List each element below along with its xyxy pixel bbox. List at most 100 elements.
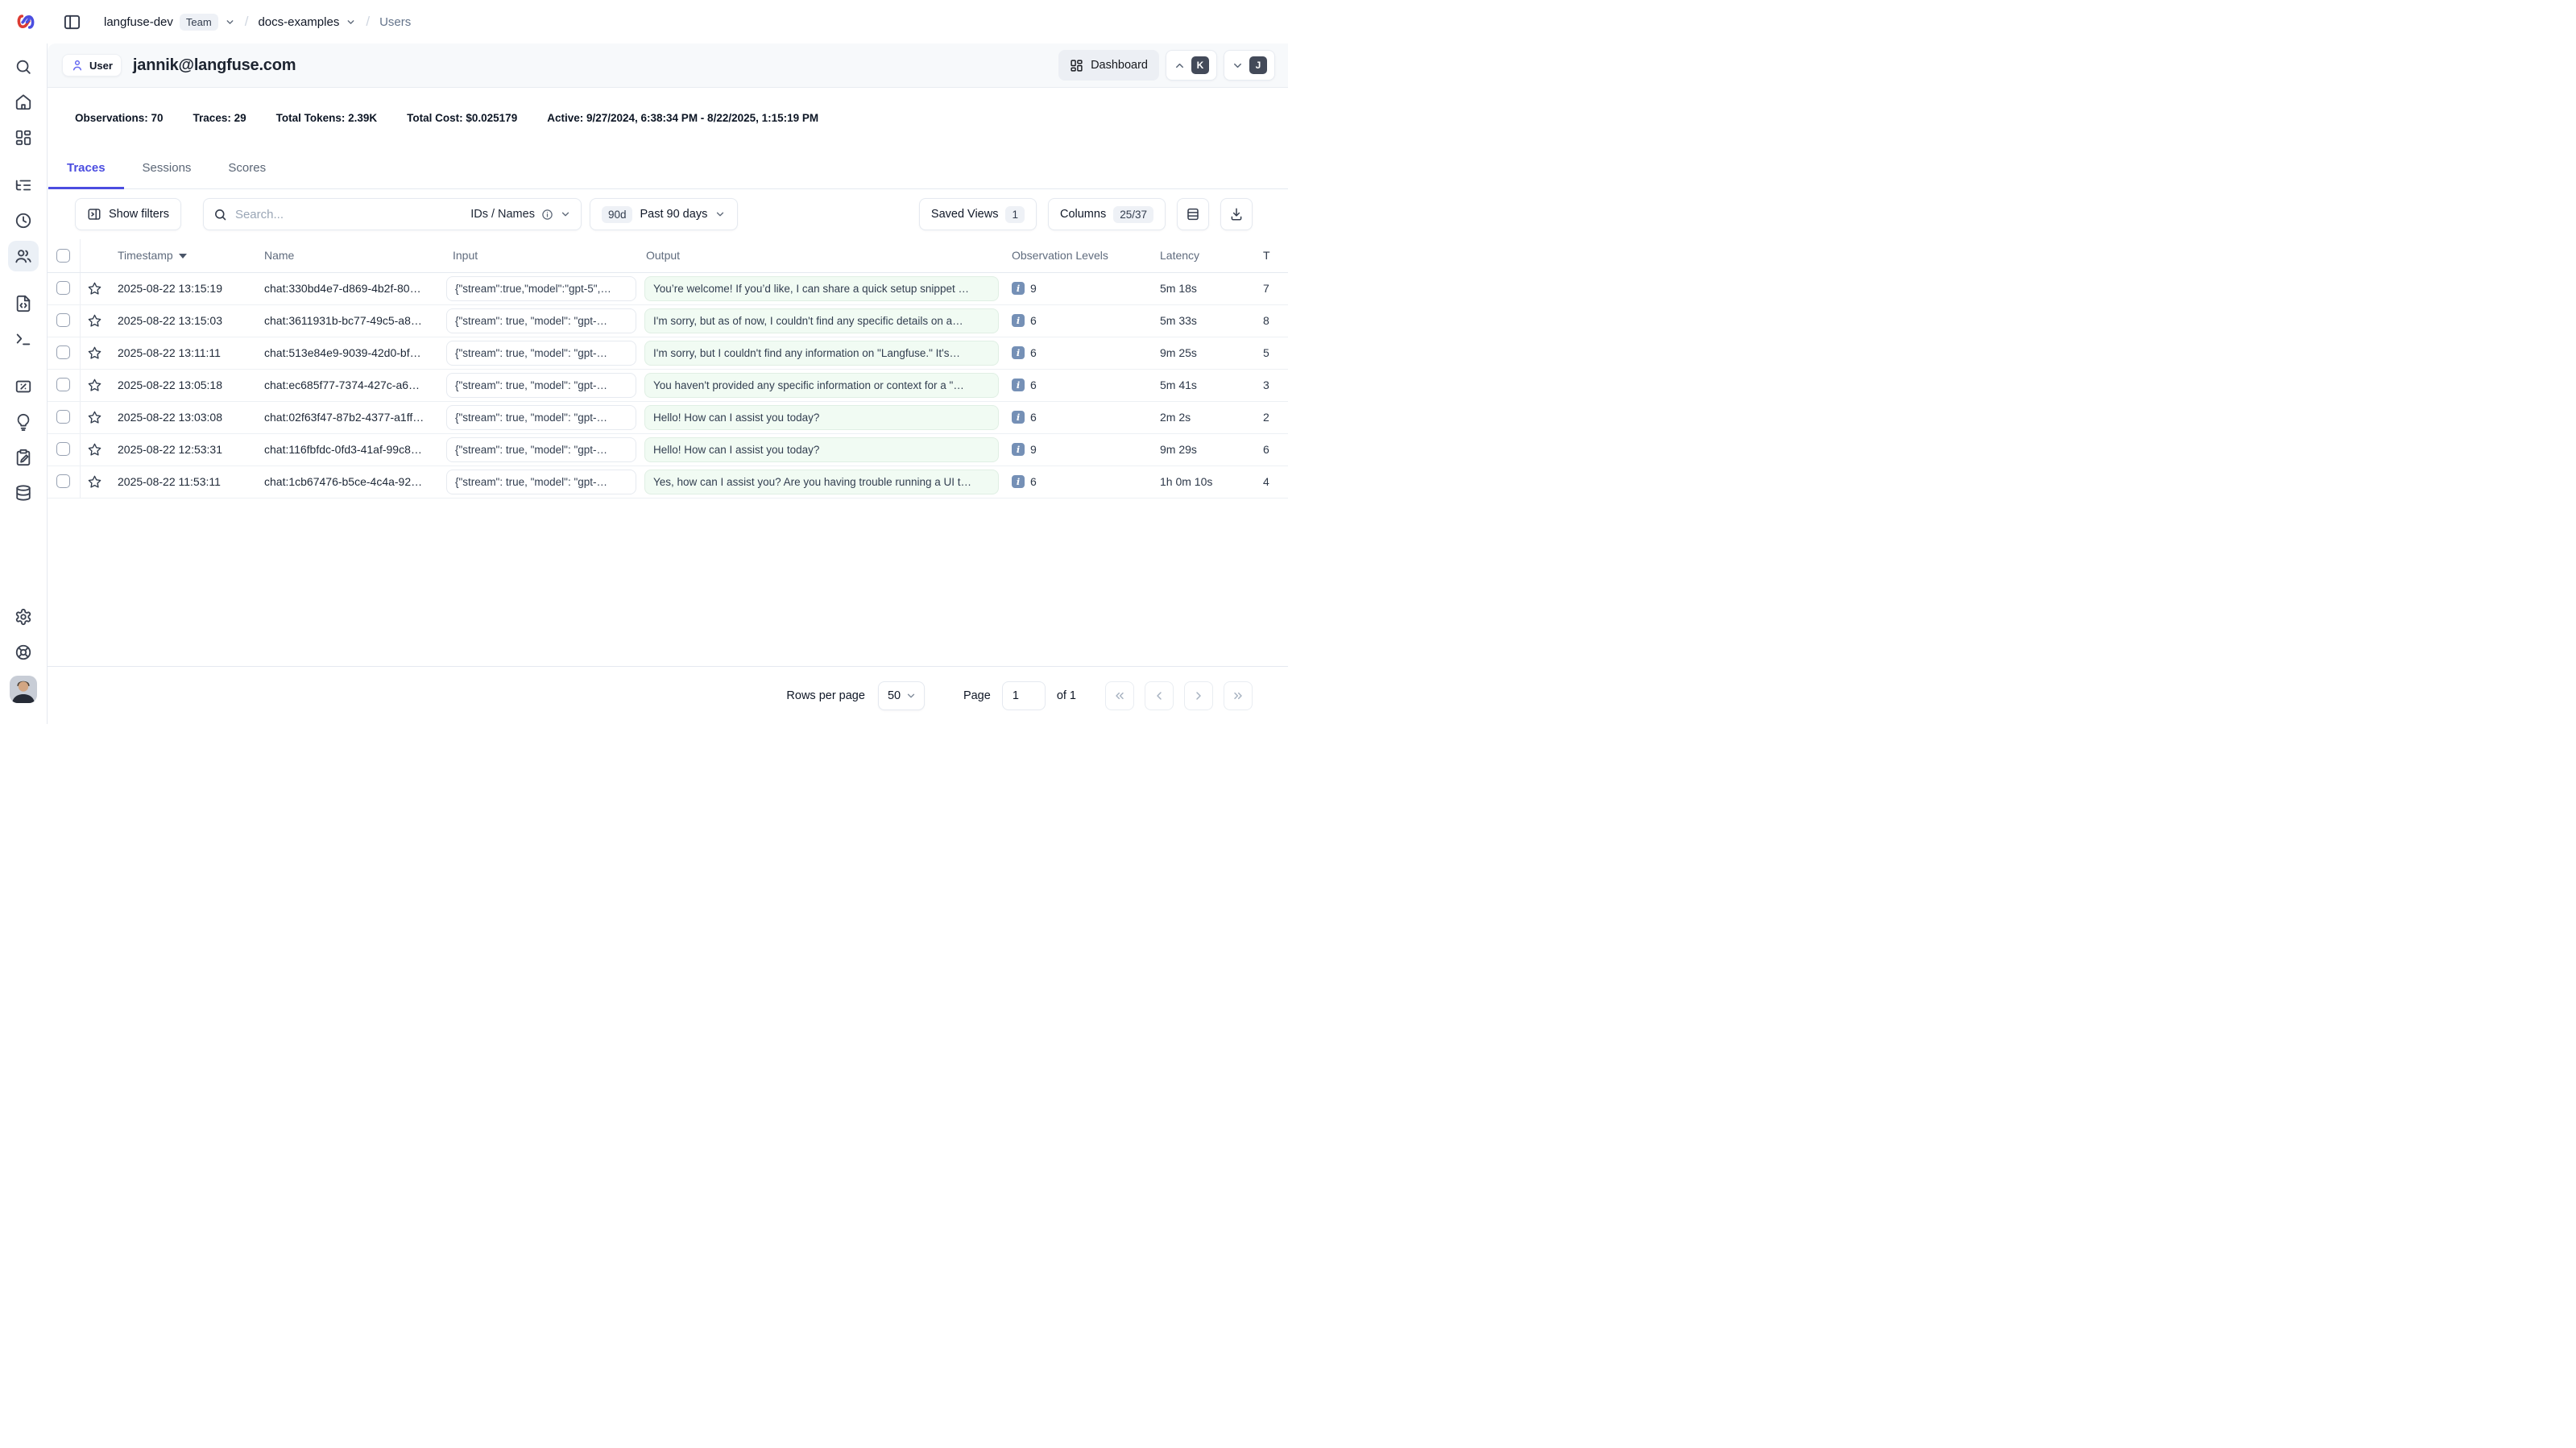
- name-cell[interactable]: chat:330bd4e7-d869-4b2f-80…: [256, 272, 445, 304]
- table-row[interactable]: 2025-08-22 13:11:11 chat:513e84e9-9039-4…: [48, 337, 1288, 369]
- table-row[interactable]: 2025-08-22 13:15:03 chat:3611931b-bc77-4…: [48, 304, 1288, 337]
- table-row[interactable]: 2025-08-22 13:03:08 chat:02f63f47-87b2-4…: [48, 401, 1288, 433]
- input-cell[interactable]: {"stream": true, "model": "gpt-…: [446, 405, 636, 430]
- output-cell[interactable]: You haven't provided any specific inform…: [644, 373, 999, 398]
- traces-table-container: Timestamp Name Input Output Observation …: [48, 239, 1288, 499]
- sidebar-item-support[interactable]: [8, 637, 39, 668]
- bookmark-star-icon[interactable]: [87, 281, 102, 296]
- table-row[interactable]: 2025-08-22 13:15:19 chat:330bd4e7-d869-4…: [48, 272, 1288, 304]
- breadcrumb-separator: /: [363, 14, 372, 30]
- chevrons-right-icon: [1232, 689, 1245, 702]
- select-all-checkbox[interactable]: [56, 249, 70, 263]
- row-checkbox[interactable]: [56, 474, 70, 488]
- table-row[interactable]: 2025-08-22 11:53:11 chat:1cb67476-b5ce-4…: [48, 465, 1288, 498]
- rows-per-page-select[interactable]: 50: [878, 681, 925, 710]
- timestamp-cell[interactable]: 2025-08-22 13:11:11: [110, 337, 256, 369]
- timestamp-cell[interactable]: 2025-08-22 13:15:03: [110, 304, 256, 337]
- previous-page-button[interactable]: [1145, 681, 1174, 710]
- lifebuoy-icon: [14, 643, 32, 661]
- bookmark-star-icon[interactable]: [87, 345, 102, 361]
- last-page-button[interactable]: [1224, 681, 1253, 710]
- sidebar-item-tracing[interactable]: [8, 170, 39, 201]
- table-row[interactable]: 2025-08-22 13:05:18 chat:ec685f77-7374-4…: [48, 369, 1288, 401]
- timestamp-cell[interactable]: 2025-08-22 13:05:18: [110, 369, 256, 401]
- search-scope-dropdown[interactable]: IDs / Names: [470, 208, 571, 221]
- bookmark-star-icon[interactable]: [87, 378, 102, 393]
- columns-button[interactable]: Columns 25/37: [1048, 198, 1166, 230]
- breadcrumb-project-button[interactable]: docs-examples: [258, 15, 356, 29]
- output-cell[interactable]: Yes, how can I assist you? Are you havin…: [644, 470, 999, 494]
- row-checkbox[interactable]: [56, 345, 70, 359]
- sidebar-item-sessions[interactable]: [8, 205, 39, 236]
- timestamp-cell[interactable]: 2025-08-22 13:03:08: [110, 401, 256, 433]
- timestamp-cell[interactable]: 2025-08-22 12:53:31: [110, 433, 256, 465]
- sidebar-item-playground[interactable]: [8, 324, 39, 354]
- sidebar-item-llm-as-a-judge[interactable]: [8, 407, 39, 437]
- sidebar-toggle-button[interactable]: [61, 11, 83, 33]
- tab-traces[interactable]: Traces: [48, 147, 124, 188]
- navigate-down-button[interactable]: J: [1224, 50, 1275, 81]
- output-cell[interactable]: Hello! How can I assist you today?: [644, 405, 999, 430]
- row-checkbox[interactable]: [56, 378, 70, 391]
- tab-scores[interactable]: Scores: [209, 147, 284, 188]
- row-checkbox[interactable]: [56, 313, 70, 327]
- sidebar-item-users[interactable]: [8, 241, 39, 271]
- lightbulb-icon: [14, 413, 32, 431]
- sidebar-item-search[interactable]: [8, 52, 39, 82]
- output-cell[interactable]: You’re welcome! If you’d like, I can sha…: [644, 276, 999, 301]
- navigate-up-button[interactable]: K: [1166, 50, 1217, 81]
- info-circle-icon: [541, 209, 553, 221]
- row-height-button[interactable]: [1177, 198, 1209, 230]
- header-timestamp[interactable]: Timestamp: [110, 239, 256, 272]
- output-cell[interactable]: Hello! How can I assist you today?: [644, 437, 999, 462]
- sidebar-item-home[interactable]: [8, 87, 39, 118]
- row-checkbox[interactable]: [56, 442, 70, 456]
- terminal-icon: [14, 330, 32, 348]
- timestamp-cell[interactable]: 2025-08-22 13:15:19: [110, 272, 256, 304]
- sidebar-item-settings[interactable]: [8, 602, 39, 632]
- sidebar-item-prompts[interactable]: [8, 288, 39, 319]
- timestamp-cell[interactable]: 2025-08-22 11:53:11: [110, 465, 256, 498]
- name-cell[interactable]: chat:513e84e9-9039-42d0-bf…: [256, 337, 445, 369]
- output-cell[interactable]: I'm sorry, but as of now, I couldn't fin…: [644, 308, 999, 333]
- search-input[interactable]: [235, 208, 462, 221]
- sidebar-item-datasets[interactable]: [8, 478, 39, 508]
- time-range-dropdown[interactable]: 90d Past 90 days: [590, 198, 738, 230]
- saved-views-button[interactable]: Saved Views 1: [919, 198, 1037, 230]
- row-checkbox[interactable]: [56, 410, 70, 424]
- input-cell[interactable]: {"stream": true, "model": "gpt-…: [446, 341, 636, 366]
- export-download-button[interactable]: [1220, 198, 1253, 230]
- file-code-icon: [14, 295, 32, 312]
- stat-traces: Traces: 29: [193, 112, 246, 124]
- page-number-input[interactable]: [1002, 681, 1046, 710]
- show-filters-button[interactable]: Show filters: [75, 198, 181, 230]
- name-cell[interactable]: chat:02f63f47-87b2-4377-a1ff…: [256, 401, 445, 433]
- stat-observations: Observations: 70: [75, 112, 164, 124]
- name-cell[interactable]: chat:1cb67476-b5ce-4c4a-92…: [256, 465, 445, 498]
- download-icon: [1229, 207, 1244, 221]
- sidebar-item-dashboards[interactable]: [8, 122, 39, 153]
- bookmark-star-icon[interactable]: [87, 442, 102, 457]
- name-cell[interactable]: chat:3611931b-bc77-49c5-a8…: [256, 304, 445, 337]
- bookmark-star-icon[interactable]: [87, 410, 102, 425]
- bookmark-star-icon[interactable]: [87, 313, 102, 329]
- input-cell[interactable]: {"stream": true, "model": "gpt-…: [446, 373, 636, 398]
- user-avatar[interactable]: [10, 676, 37, 703]
- table-row[interactable]: 2025-08-22 12:53:31 chat:116fbfdc-0fd3-4…: [48, 433, 1288, 465]
- dashboard-button[interactable]: Dashboard: [1058, 50, 1159, 81]
- input-cell[interactable]: {"stream":true,"model":"gpt-5",…: [446, 276, 636, 301]
- row-checkbox[interactable]: [56, 281, 70, 295]
- input-cell[interactable]: {"stream": true, "model": "gpt-…: [446, 437, 636, 462]
- tab-sessions[interactable]: Sessions: [124, 147, 210, 188]
- input-cell[interactable]: {"stream": true, "model": "gpt-…: [446, 308, 636, 333]
- name-cell[interactable]: chat:ec685f77-7374-427c-a6…: [256, 369, 445, 401]
- input-cell[interactable]: {"stream": true, "model": "gpt-…: [446, 470, 636, 494]
- output-cell[interactable]: I'm sorry, but I couldn't find any infor…: [644, 341, 999, 366]
- name-cell[interactable]: chat:116fbfdc-0fd3-41af-99c8…: [256, 433, 445, 465]
- bookmark-star-icon[interactable]: [87, 474, 102, 490]
- sidebar-item-evaluators[interactable]: [8, 371, 39, 402]
- next-page-button[interactable]: [1184, 681, 1213, 710]
- sidebar-item-annotation-queues[interactable]: [8, 442, 39, 473]
- breadcrumb-org-button[interactable]: langfuse-dev Team: [104, 14, 235, 31]
- first-page-button[interactable]: [1105, 681, 1134, 710]
